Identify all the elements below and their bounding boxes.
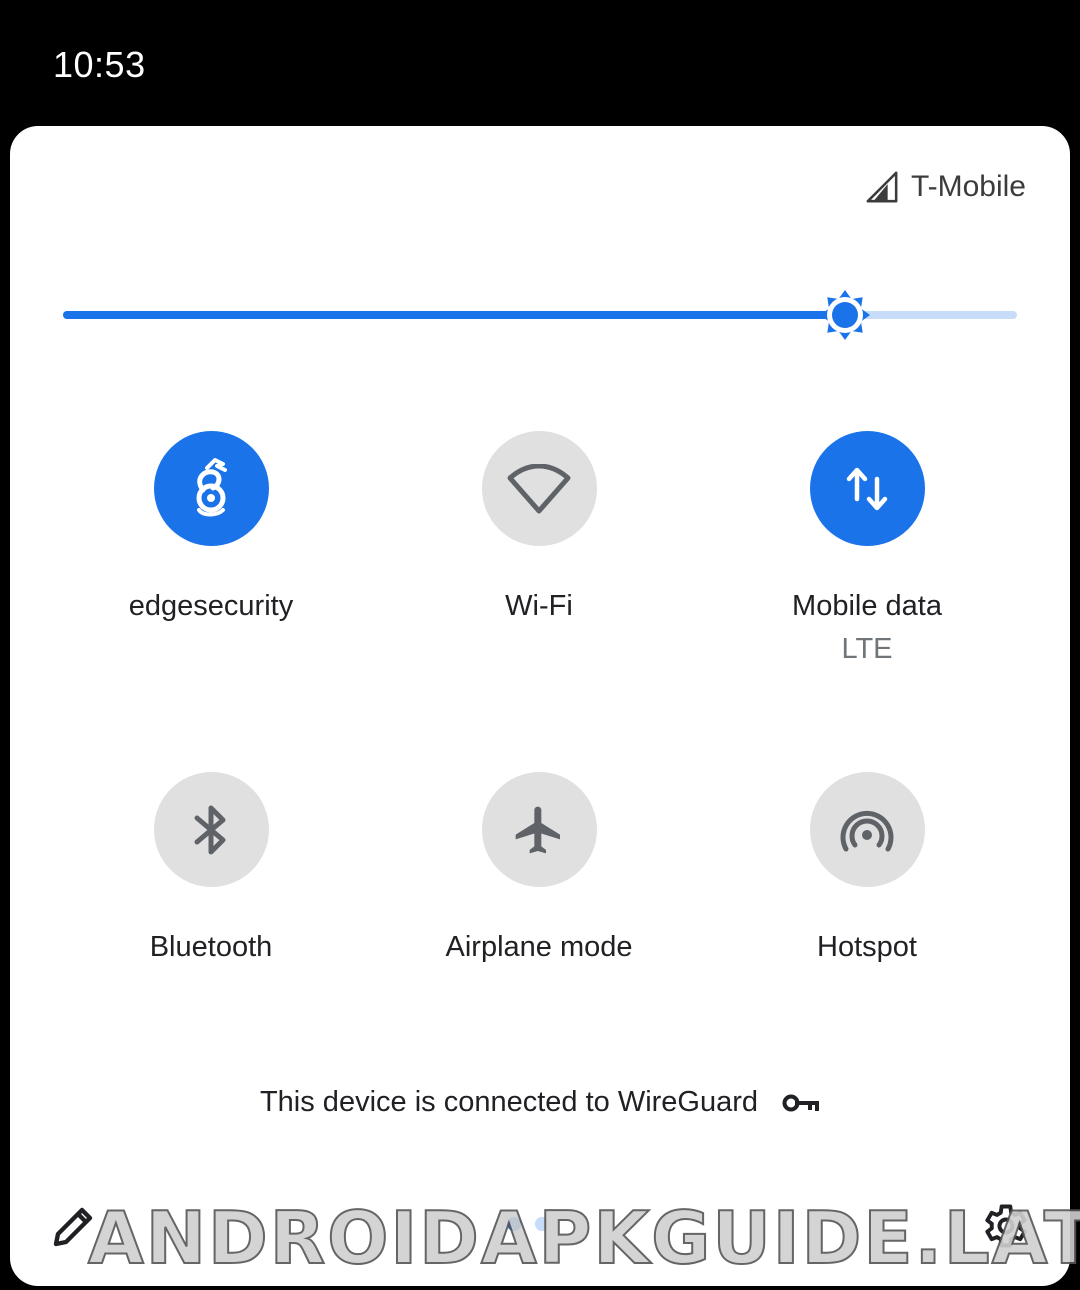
tile-label: Mobile data xyxy=(792,590,942,622)
tile-label: Airplane mode xyxy=(445,931,633,963)
bluetooth-icon xyxy=(194,805,226,854)
wifi-icon xyxy=(507,463,571,513)
brightness-track-fill xyxy=(63,311,846,319)
carrier-name: T-Mobile xyxy=(910,170,1026,203)
hotspot-icon xyxy=(840,810,894,851)
tile-airplane[interactable]: Airplane mode xyxy=(389,772,689,964)
tile-mobile-data-toggle[interactable] xyxy=(809,431,925,546)
tile-airplane-toggle[interactable] xyxy=(481,772,597,887)
wireguard-icon xyxy=(196,457,227,516)
clock: 10:53 xyxy=(53,44,146,85)
brightness-icon[interactable] xyxy=(817,287,873,343)
tile-wifi[interactable]: Wi-Fi xyxy=(389,431,689,623)
tile-label: Wi-Fi xyxy=(505,590,573,622)
cell-signal-icon xyxy=(866,171,898,203)
vpn-status[interactable]: This device is connected to WireGuard xyxy=(10,1086,1070,1119)
vpn-key-icon xyxy=(782,1094,820,1111)
tile-hotspot[interactable]: Hotspot xyxy=(717,772,1017,964)
tile-label: edgesecurity xyxy=(128,590,294,622)
mobile-data-icon xyxy=(846,467,888,510)
tile-wifi-toggle[interactable] xyxy=(481,431,597,546)
tile-label: Hotspot xyxy=(817,931,917,963)
vpn-status-text: This device is connected to WireGuard xyxy=(259,1086,759,1118)
tile-bluetooth[interactable]: Bluetooth xyxy=(61,772,361,964)
quick-settings-panel: T-Mobile edgesecurity Wi-Fi Mobile data … xyxy=(10,126,1070,1286)
status-bar: 10:53 xyxy=(0,0,1080,126)
tile-bluetooth-toggle[interactable] xyxy=(153,772,269,887)
carrier-info: T-Mobile xyxy=(865,170,1026,204)
watermark: ANDROIDAPKGUIDE.LAT xyxy=(87,1195,1080,1281)
airplane-icon xyxy=(515,806,560,853)
tile-mobile-data[interactable]: Mobile data LTE xyxy=(717,431,1017,666)
tile-sublabel: LTE xyxy=(841,633,893,665)
tile-hotspot-toggle[interactable] xyxy=(809,772,925,887)
tile-vpn[interactable]: edgesecurity xyxy=(61,431,361,623)
brightness-slider[interactable] xyxy=(63,290,1017,340)
tile-vpn-toggle[interactable] xyxy=(153,431,269,546)
tile-label: Bluetooth xyxy=(149,931,273,963)
